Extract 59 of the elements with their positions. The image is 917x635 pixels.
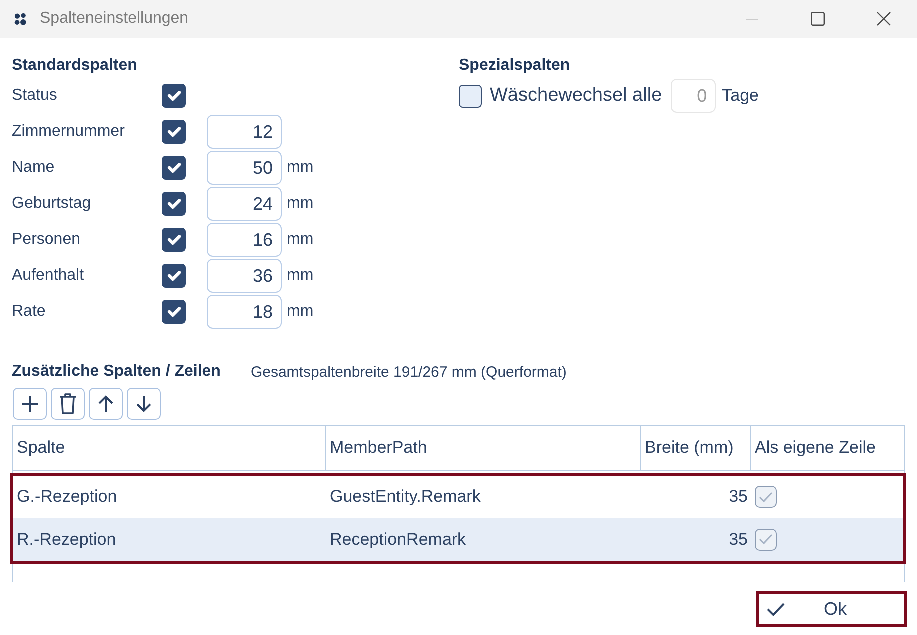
table-cell-text: 35 xyxy=(728,528,749,551)
width-input[interactable]: 16 xyxy=(207,223,282,257)
arrow-down-icon xyxy=(136,395,152,413)
arrow-up-icon xyxy=(98,395,114,413)
table-row[interactable]: R.-Rezeption ReceptionRemark 35 xyxy=(13,518,903,561)
field-label: Status xyxy=(12,86,58,106)
field-label: Zimmernummer xyxy=(12,122,126,142)
unit-label: mm xyxy=(287,266,314,286)
width-input[interactable]: 36 xyxy=(207,259,282,293)
checkbox[interactable] xyxy=(162,120,186,144)
width-input[interactable]: 12 xyxy=(207,115,282,149)
plus-icon xyxy=(21,395,39,413)
unit-label: mm xyxy=(287,158,314,178)
unit-label: mm xyxy=(287,194,314,214)
move-down-button[interactable] xyxy=(127,388,161,420)
checkbox[interactable] xyxy=(162,300,186,324)
trash-icon xyxy=(59,393,77,415)
app-icon xyxy=(14,12,27,26)
delete-button[interactable] xyxy=(51,388,85,420)
checkbox[interactable] xyxy=(162,192,186,216)
add-button[interactable] xyxy=(13,388,47,420)
unit-label: mm xyxy=(287,230,314,250)
field-label: Rate xyxy=(12,302,47,322)
field-label: Personen xyxy=(12,230,82,250)
summary-text: Gesamtspaltenbreite 191/267 mm (Querformat) xyxy=(250,363,567,383)
section-heading: Zusätzliche Spalten / Zeilen xyxy=(12,362,221,382)
table-cell-text: 35 xyxy=(728,486,749,508)
width-input[interactable]: 50 xyxy=(207,151,282,185)
checkbox[interactable] xyxy=(162,84,186,108)
interval-input: 0 xyxy=(671,79,716,113)
checkbox[interactable] xyxy=(162,264,186,288)
table-cell-text: ReceptionRemark xyxy=(329,528,468,551)
unit-label: mm xyxy=(287,302,314,322)
checkbox[interactable] xyxy=(755,486,777,508)
checkmark-icon xyxy=(759,492,773,502)
table-cell-text: G.-Rezeption xyxy=(16,486,118,508)
width-input[interactable]: 18 xyxy=(207,295,282,329)
field-label: Name xyxy=(12,158,56,178)
unit-label: Tage xyxy=(722,85,760,108)
field-label: Wäschewechsel alle xyxy=(490,84,662,108)
field-label: Geburtstag xyxy=(12,194,92,214)
section-heading: Standardspalten xyxy=(12,56,138,76)
column-header[interactable]: Spalte xyxy=(13,426,326,470)
checkbox[interactable] xyxy=(162,228,186,252)
checkbox[interactable] xyxy=(162,156,186,180)
section-heading: Spezialspalten xyxy=(459,56,572,76)
table-cell-text: R.-Rezeption xyxy=(16,528,118,551)
window-title: Spalteneinstellungen xyxy=(40,9,189,29)
checkmark-icon xyxy=(759,534,773,545)
field-label: Aufenthalt xyxy=(12,266,86,286)
checkmark-icon xyxy=(767,602,785,616)
move-up-button[interactable] xyxy=(89,388,123,420)
column-header[interactable]: MemberPath xyxy=(326,426,641,470)
checkbox[interactable] xyxy=(755,528,777,550)
width-input[interactable]: 24 xyxy=(207,187,282,221)
table-cell-text: GuestEntity.Remark xyxy=(329,486,482,508)
ok-button[interactable]: Ok xyxy=(756,591,907,627)
column-header[interactable]: Als eigene Zeile xyxy=(751,426,904,470)
column-header[interactable]: Breite (mm) xyxy=(641,426,751,470)
